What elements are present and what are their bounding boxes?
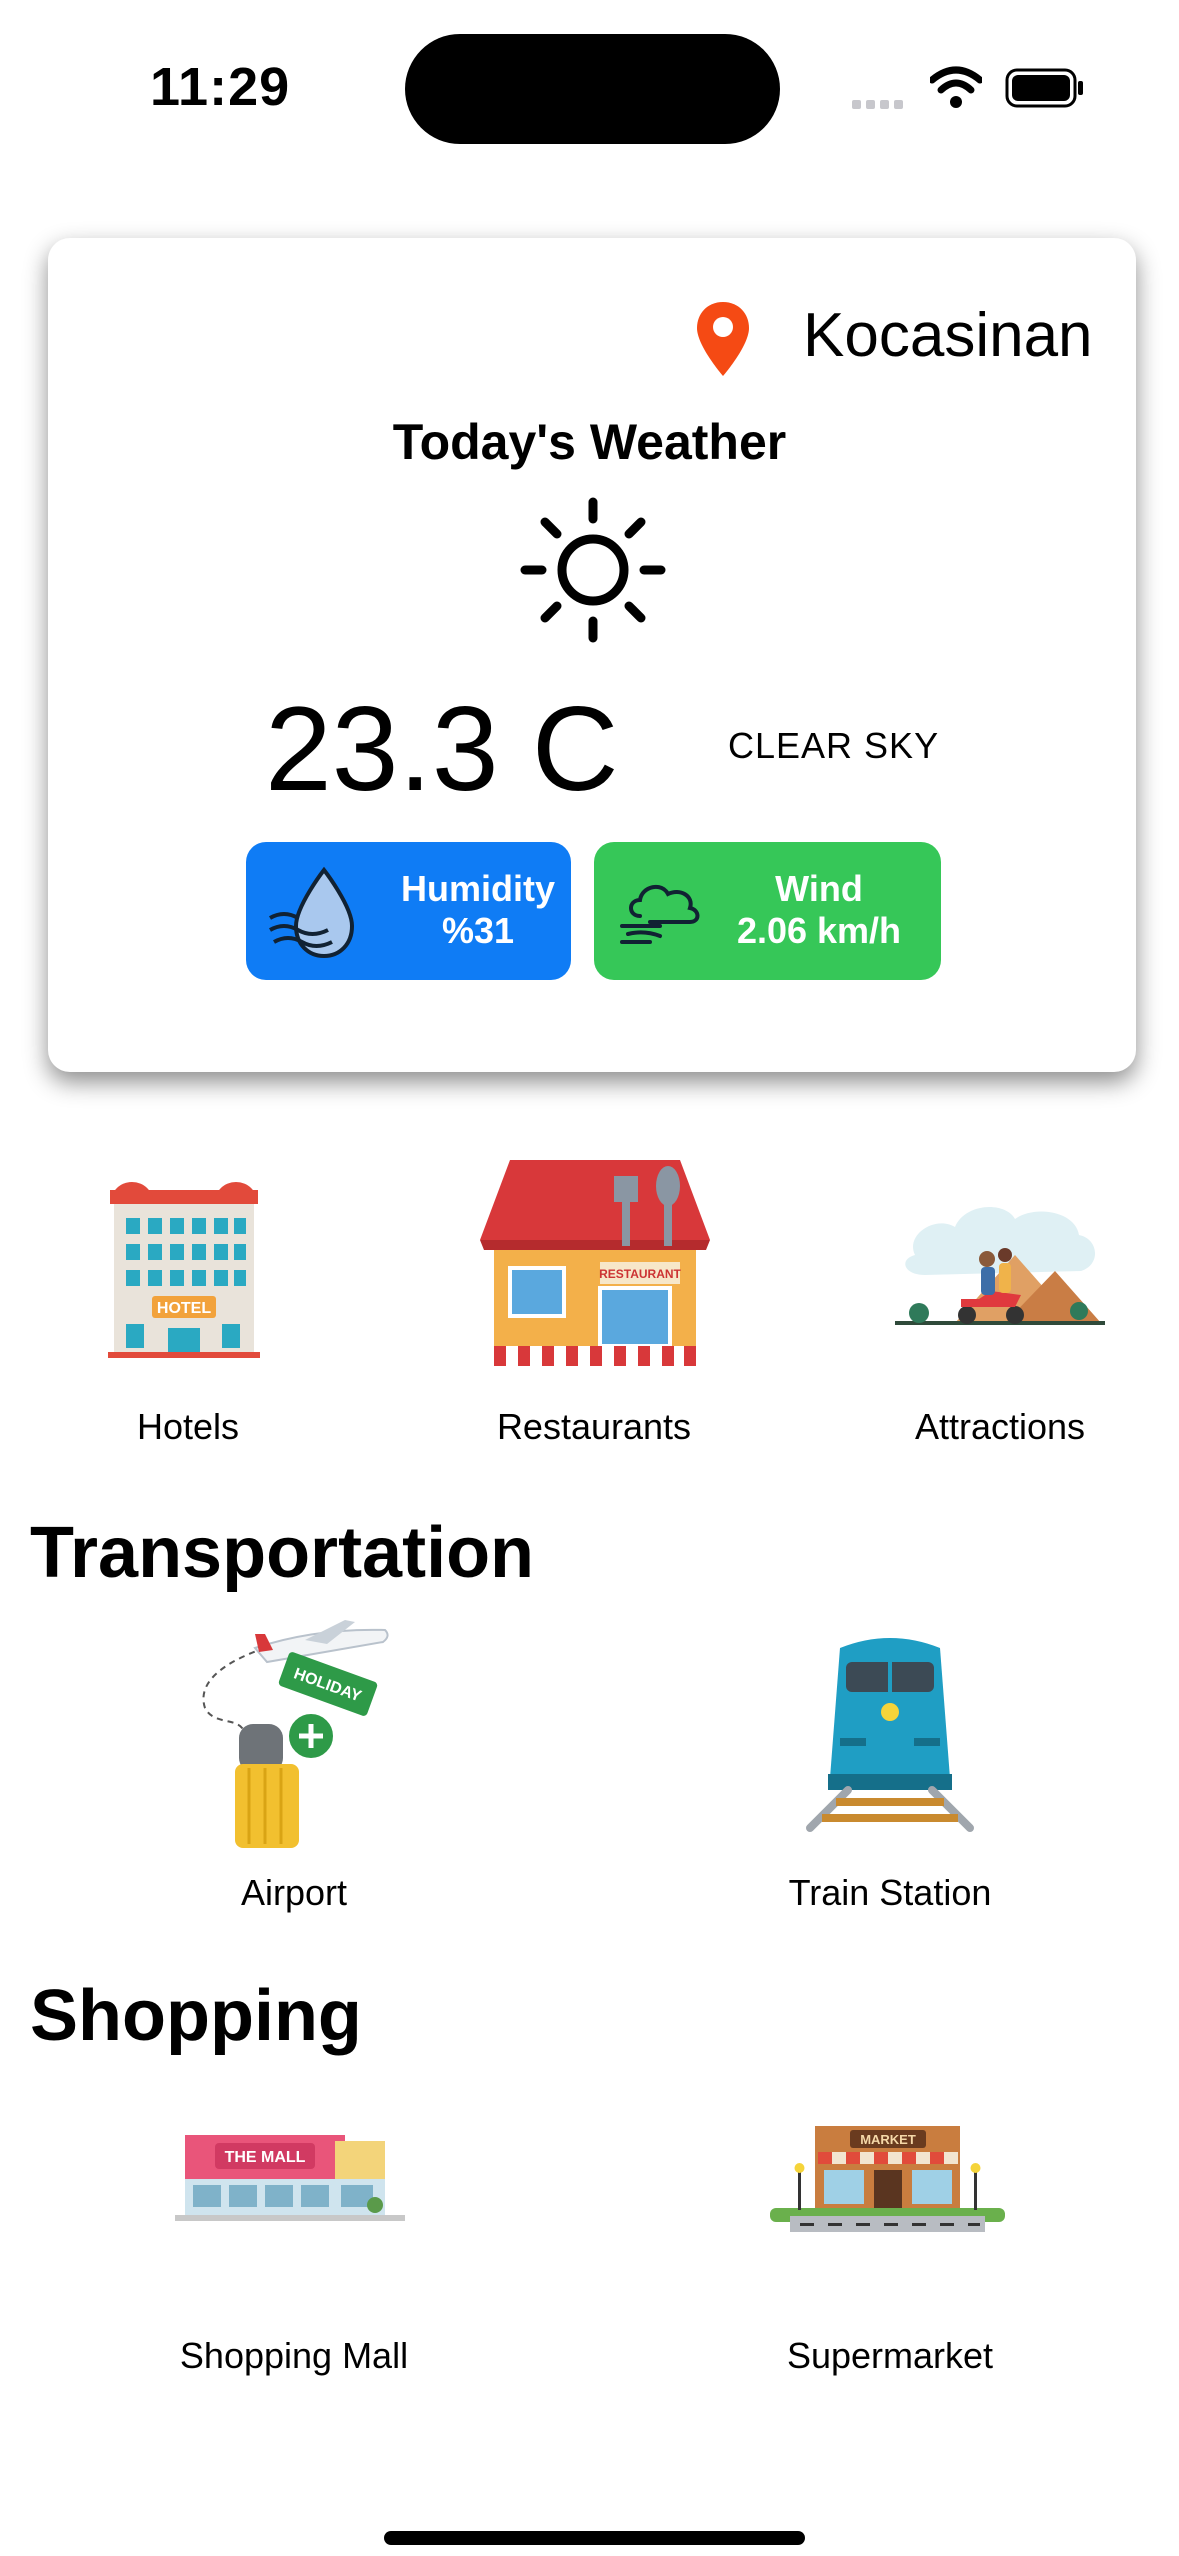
wind-pill: Wind 2.06 km/h xyxy=(594,842,941,980)
svg-text:THE MALL: THE MALL xyxy=(225,2149,306,2166)
train-icon[interactable] xyxy=(800,1628,980,1838)
cellular-signal-icon xyxy=(852,96,912,109)
humidity-text: Humidity %31 xyxy=(378,868,578,952)
shopping-label-mall[interactable]: Shopping Mall xyxy=(94,2335,494,2377)
temperature: 23.3 C xyxy=(265,682,619,816)
home-indicator[interactable] xyxy=(384,2531,805,2545)
weather-title: Today's Weather xyxy=(392,414,787,470)
svg-text:RESTAURANT: RESTAURANT xyxy=(599,1267,681,1281)
location-pin-icon xyxy=(697,302,749,376)
transport-label-train-station[interactable]: Train Station xyxy=(690,1872,1090,1914)
location-name: Kocasinan xyxy=(803,301,1093,370)
shopping-label-supermarket[interactable]: Supermarket xyxy=(690,2335,1090,2377)
category-label-hotels[interactable]: Hotels xyxy=(0,1406,376,1448)
humidity-value: %31 xyxy=(441,910,515,951)
status-time: 11:29 xyxy=(150,57,291,117)
humidity-drop-icon xyxy=(269,866,355,959)
mall-icon[interactable]: THE MALL xyxy=(175,2135,405,2223)
transportation-title: Transportation xyxy=(30,1513,535,1593)
airport-icon[interactable]: HOLIDAY xyxy=(195,1618,395,1853)
wind-label: Wind xyxy=(775,868,863,909)
dynamic-island xyxy=(405,34,780,144)
shopping-title: Shopping xyxy=(30,1976,362,2056)
wind-cloud-icon xyxy=(620,884,700,944)
battery-icon xyxy=(1005,68,1083,108)
weather-description: CLEAR SKY xyxy=(728,725,940,766)
hotel-icon[interactable]: HOTEL xyxy=(100,1160,268,1360)
wind-text: Wind 2.06 km/h xyxy=(704,868,934,952)
wifi-icon xyxy=(930,66,982,108)
humidity-label: Humidity xyxy=(400,868,555,909)
attractions-icon[interactable] xyxy=(895,1195,1105,1330)
category-label-restaurants[interactable]: Restaurants xyxy=(394,1406,794,1448)
wind-value: 2.06 km/h xyxy=(736,910,902,951)
humidity-pill: Humidity %31 xyxy=(246,842,571,980)
svg-text:MARKET: MARKET xyxy=(860,2132,916,2147)
sun-icon xyxy=(520,497,666,643)
restaurant-icon[interactable]: RESTAURANT xyxy=(470,1150,720,1370)
svg-text:HOTEL: HOTEL xyxy=(157,1300,211,1317)
category-label-attractions[interactable]: Attractions xyxy=(800,1406,1179,1448)
transport-label-airport[interactable]: Airport xyxy=(94,1872,494,1914)
supermarket-icon[interactable]: MARKET xyxy=(770,2120,1005,2238)
